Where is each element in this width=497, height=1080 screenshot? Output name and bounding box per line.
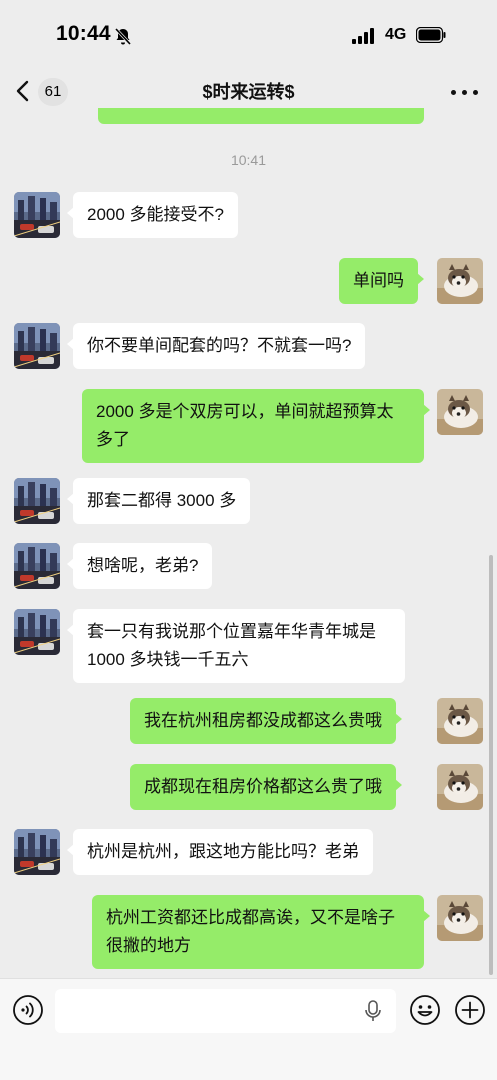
avatar-image	[437, 764, 483, 810]
message-bubble-received[interactable]: 2000 多能接受不?	[67, 192, 238, 238]
contact-avatar[interactable]	[14, 543, 60, 589]
contact-avatar[interactable]	[14, 478, 60, 524]
contact-avatar[interactable]	[14, 829, 60, 875]
chevron-left-icon	[16, 80, 29, 102]
message-bubble-sent[interactable]: 单间吗	[339, 258, 424, 304]
back-button[interactable]: 61	[14, 76, 74, 108]
message-bubble-sent[interactable]: 2000 多是个双房可以，单间就超预算太多了	[82, 389, 430, 463]
emoji-icon[interactable]	[409, 994, 441, 1026]
unread-count-badge: 61	[38, 78, 68, 106]
contact-avatar[interactable]	[14, 192, 60, 238]
voice-icon[interactable]	[12, 994, 44, 1026]
message-bubble-received[interactable]: 杭州是杭州，跟这地方能比吗？老弟	[67, 829, 373, 875]
my-avatar[interactable]	[437, 698, 483, 744]
message-input[interactable]	[55, 989, 396, 1033]
battery-icon	[416, 27, 446, 43]
message-bubble-received[interactable]: 那套二都得 3000 多	[66, 478, 251, 524]
signal-bars-icon	[352, 28, 378, 44]
avatar-image	[437, 258, 483, 304]
bell-off-icon	[114, 27, 132, 45]
avatar-image	[14, 609, 60, 655]
my-avatar[interactable]	[437, 389, 483, 435]
my-avatar[interactable]	[437, 258, 483, 304]
message-bubble-received[interactable]: 你不要单间配套的吗？不就套一吗?	[66, 323, 366, 369]
partial-message-bubble[interactable]	[98, 108, 424, 124]
status-bar: 10:44 4G	[0, 0, 497, 70]
avatar-image	[14, 323, 60, 369]
mic-icon[interactable]	[363, 1000, 383, 1022]
chat-title: $时来运转$	[202, 82, 295, 102]
avatar-image	[14, 478, 60, 524]
my-avatar[interactable]	[437, 764, 483, 810]
avatar-image	[437, 698, 483, 744]
avatar-image	[14, 192, 60, 238]
chat-scrollbar[interactable]	[489, 555, 493, 975]
contact-avatar[interactable]	[14, 609, 60, 655]
message-bubble-received[interactable]: 想啥呢，老弟?	[66, 543, 213, 589]
avatar-image	[437, 895, 483, 941]
message-bubble-sent[interactable]: 我在杭州租房都没成都这么贵哦	[130, 698, 402, 744]
contact-avatar[interactable]	[14, 323, 60, 369]
status-time: 10:44	[56, 22, 111, 45]
chat-screen: 10:44 4G 61 $时来运转$ 10:41 2000 多能接受不? 单间吗…	[0, 0, 497, 1080]
message-bubble-sent[interactable]: 成都现在租房价格都这么贵了哦	[130, 764, 402, 810]
my-avatar[interactable]	[437, 895, 483, 941]
plus-icon[interactable]	[454, 994, 486, 1026]
network-type: 4G	[385, 26, 407, 43]
message-bubble-received[interactable]: 套一只有我说那个位置嘉年华青年城是 1000 多块钱一千五六	[67, 609, 405, 683]
avatar-image	[437, 389, 483, 435]
more-button[interactable]	[448, 82, 482, 102]
input-bar	[0, 978, 497, 1080]
avatar-image	[14, 543, 60, 589]
avatar-image	[14, 829, 60, 875]
message-bubble-sent[interactable]: 杭州工资都还比成都高诶，又不是啥子很撇的地方	[92, 895, 430, 969]
message-timestamp: 10:41	[230, 152, 267, 168]
